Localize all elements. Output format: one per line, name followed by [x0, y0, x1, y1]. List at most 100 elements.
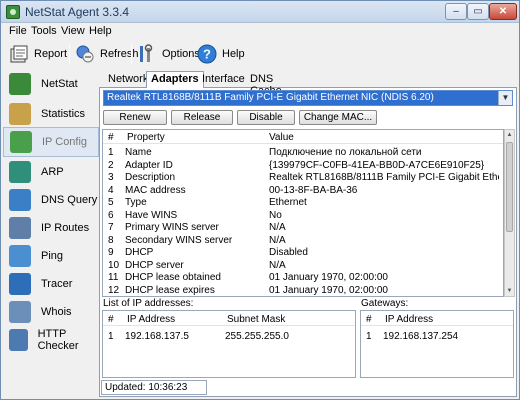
report-label: Report — [34, 48, 68, 60]
svg-text:?: ? — [203, 47, 211, 62]
property-cell: Secondary WINS server — [125, 234, 233, 246]
divider — [103, 325, 355, 326]
column-header-ip-address[interactable]: IP Address — [127, 314, 175, 325]
table-row[interactable]: 4 MAC address 00-13-8F-BA-BA-36 — [103, 185, 503, 197]
scrollbar-thumb[interactable] — [506, 142, 513, 232]
report-icon — [9, 44, 29, 64]
ip-address-table[interactable]: # IP Address Subnet Mask 1 192.168.137.5… — [102, 310, 356, 378]
refresh-button[interactable]: Refresh — [75, 42, 139, 66]
column-header-subnet-mask[interactable]: Subnet Mask — [227, 314, 285, 325]
table-row[interactable]: 3 Description Realtek RTL8168B/8111B Famil… — [103, 172, 503, 184]
sidebar-item-dns-query[interactable]: DNS Query — [3, 185, 99, 215]
report-button[interactable]: Report — [9, 42, 67, 66]
title-bar[interactable]: NetStat Agent 3.3.4 – ▭ ✕ — [1, 1, 519, 23]
menu-file[interactable]: File — [9, 25, 27, 37]
help-button[interactable]: ? Help — [197, 42, 245, 66]
column-header-property[interactable]: Property — [127, 132, 165, 143]
change-mac-button[interactable]: Change MAC... — [299, 110, 377, 125]
divider — [361, 325, 513, 326]
table-row[interactable]: 7 Primary WINS server N/A — [103, 222, 503, 234]
chevron-down-icon[interactable]: ▼ — [498, 91, 512, 105]
property-cell: Name — [125, 147, 152, 158]
adapter-select[interactable]: Realtek RTL8168B/8111B Family PCI-E Giga… — [103, 90, 513, 106]
sidebar-item-statistics[interactable]: Statistics — [3, 99, 99, 129]
table-row[interactable]: 9 DHCP Disabled — [103, 247, 503, 259]
toolbar-separator — [131, 44, 132, 64]
table-row[interactable]: 10 DHCP server N/A — [103, 260, 503, 272]
value-cell: {139979CF-C0FB-41EA-BB0D-A7CE6E910F25} — [269, 159, 485, 171]
http-checker-icon — [9, 329, 28, 351]
menu-view[interactable]: View — [61, 25, 85, 37]
value-cell: Disabled — [269, 247, 308, 258]
tab-interface[interactable]: Interface — [198, 73, 249, 87]
value-cell: Ethernet — [269, 197, 307, 208]
table-row[interactable]: 1 Name Подключение по локальной сети — [103, 147, 503, 159]
property-cell: DHCP lease expires — [125, 284, 215, 296]
property-cell: Have WINS — [125, 209, 178, 221]
table-row[interactable]: 12 DHCP lease expires 01 January 1970, 02:… — [103, 285, 503, 297]
value-cell: Подключение по локальной сети — [269, 147, 422, 158]
maximize-button[interactable]: ▭ — [467, 3, 489, 20]
table-row[interactable]: 2 Adapter ID {139979CF-C0FB-41EA-BB0D-A7CE… — [103, 160, 503, 172]
row-number: 7 — [108, 222, 114, 233]
scroll-up-icon[interactable]: ▲ — [505, 130, 514, 140]
gateways-table[interactable]: # IP Address 1 192.168.137.254 — [360, 310, 514, 378]
ip-routes-icon — [9, 217, 31, 239]
whois-icon — [9, 301, 31, 323]
table-header: # Property Value — [103, 130, 503, 144]
sidebar-item-http-checker[interactable]: HTTP Checker — [3, 325, 99, 355]
table-row[interactable]: 11 DHCP lease obtained 01 January 1970, 02… — [103, 272, 503, 284]
sidebar-item-label: IP Config — [42, 136, 88, 148]
column-header-number[interactable]: # — [366, 314, 372, 325]
table-cell: 1 — [366, 331, 372, 342]
menu-tools[interactable]: Tools — [31, 25, 57, 37]
app-icon — [6, 5, 20, 19]
sidebar-item-ip-routes[interactable]: IP Routes — [3, 213, 99, 243]
status-bar: Updated: 10:36:23 — [101, 380, 207, 395]
options-button[interactable]: Options — [137, 42, 200, 66]
toolbar-separator — [69, 44, 70, 64]
property-cell: DHCP — [125, 247, 154, 258]
ping-icon — [9, 245, 31, 267]
refresh-icon — [75, 44, 95, 64]
value-cell: 00-13-8F-BA-BA-36 — [269, 184, 358, 196]
row-number: 11 — [108, 272, 119, 283]
table-row[interactable]: 8 Secondary WINS server N/A — [103, 235, 503, 247]
release-button[interactable]: Release — [171, 110, 233, 125]
column-header-number[interactable]: # — [108, 132, 114, 143]
column-header-value[interactable]: Value — [269, 132, 294, 143]
table-row[interactable]: 6 Have WINS No — [103, 210, 503, 222]
tab-dns-cache[interactable]: DNS Cache — [246, 73, 286, 97]
sidebar-item-netstat[interactable]: NetStat — [3, 69, 99, 99]
tracer-icon — [9, 273, 31, 295]
netstat-icon — [9, 73, 31, 95]
scroll-down-icon[interactable]: ▼ — [505, 286, 514, 296]
renew-button[interactable]: Renew — [103, 110, 167, 125]
column-header-number[interactable]: # — [108, 314, 114, 325]
vertical-scrollbar[interactable]: ▲ ▼ — [504, 129, 515, 297]
sidebar-item-label: Whois — [41, 306, 72, 318]
table-row[interactable]: 5 Type Ethernet — [103, 197, 503, 209]
row-number: 3 — [108, 172, 114, 183]
column-header-ip-address[interactable]: IP Address — [385, 314, 433, 325]
table-cell: 255.255.255.0 — [225, 331, 289, 342]
close-button[interactable]: ✕ — [489, 3, 517, 20]
tab-adapters[interactable]: Adapters — [146, 71, 204, 88]
property-cell: Primary WINS server — [125, 222, 219, 233]
sidebar-item-arp[interactable]: ARP — [3, 157, 99, 187]
sidebar-item-ip-config[interactable]: IP Config — [3, 127, 99, 157]
sidebar-item-ping[interactable]: Ping — [3, 241, 99, 271]
refresh-label: Refresh — [100, 48, 139, 60]
disable-button[interactable]: Disable — [237, 110, 295, 125]
table-cell: 192.168.137.5 — [125, 331, 189, 342]
sidebar-item-whois[interactable]: Whois — [3, 297, 99, 327]
minimize-button[interactable]: – — [445, 3, 467, 20]
property-cell: DHCP lease obtained — [125, 272, 221, 283]
table-cell: 1 — [108, 331, 114, 342]
value-cell: N/A — [269, 222, 286, 233]
row-number: 4 — [108, 184, 114, 196]
menu-help[interactable]: Help — [89, 25, 112, 37]
window-title: NetStat Agent 3.3.4 — [25, 5, 130, 19]
adapter-properties-table[interactable]: # Property Value 1 Name Подключение по лок… — [102, 129, 504, 297]
sidebar-item-tracer[interactable]: Tracer — [3, 269, 99, 299]
